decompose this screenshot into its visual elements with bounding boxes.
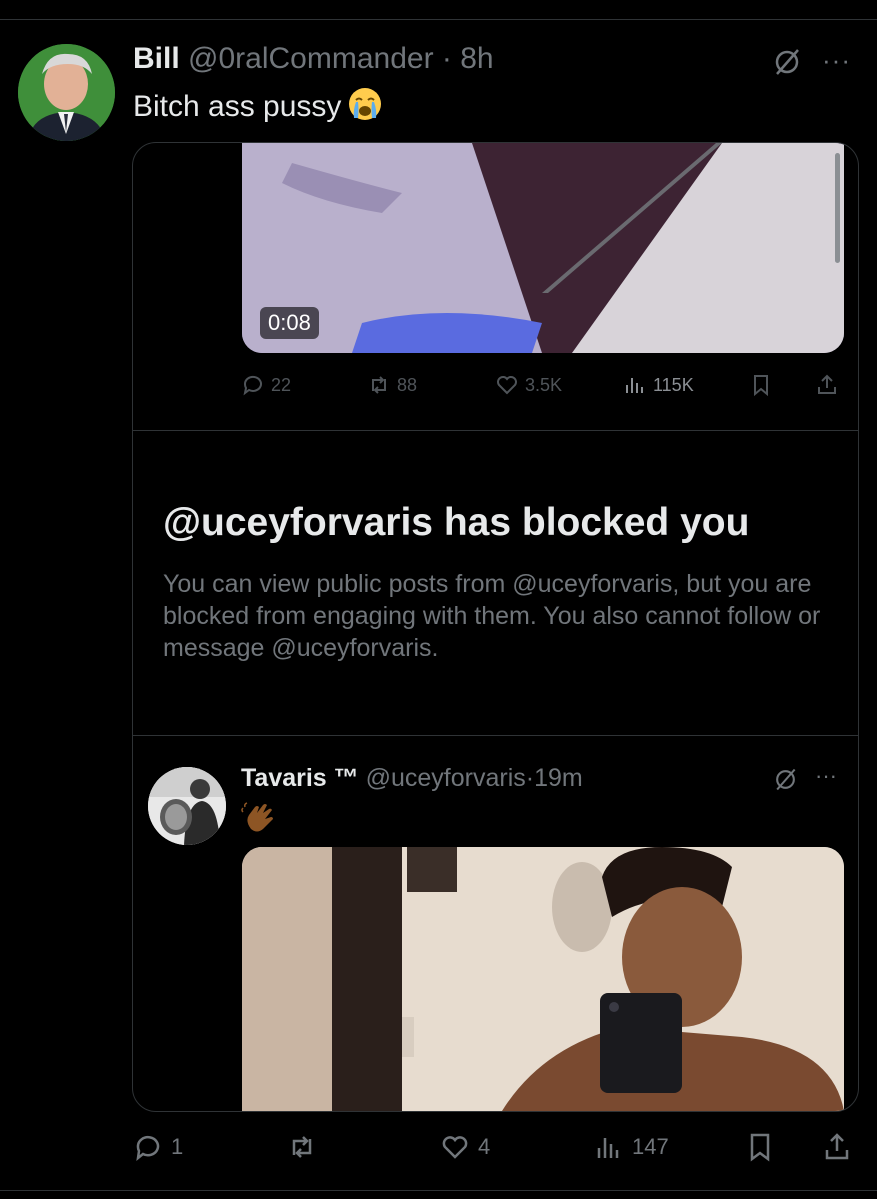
repost-icon (372, 376, 386, 394)
views-button[interactable]: 147 (594, 1130, 669, 1164)
inner-repost-count: 88 (397, 374, 418, 395)
grok-icon[interactable] (773, 767, 798, 792)
tweet-body: Bitch ass pussy (133, 90, 342, 123)
share-button[interactable] (822, 1130, 852, 1164)
quoted-avatar[interactable] (148, 767, 226, 845)
inner-views-count: 115K (653, 374, 694, 395)
inner-reply-button[interactable]: 22 (241, 370, 291, 400)
bookmark-icon (754, 375, 768, 397)
card-divider (133, 430, 858, 431)
tweet-header: Bill @0ralCommander · 8h (133, 42, 494, 76)
quoted-author-name[interactable]: Tavaris ™ (241, 764, 359, 792)
waving-hand-icon (241, 799, 277, 835)
bookmark-icon (750, 1133, 770, 1162)
like-button[interactable]: 4 (440, 1130, 490, 1164)
blocked-description: You can view public posts from @uceyforv… (163, 570, 821, 662)
top-divider (0, 19, 877, 20)
views-count: 147 (632, 1134, 669, 1159)
inner-bookmark-button[interactable] (749, 370, 773, 400)
quoted-timestamp[interactable]: 19m (534, 764, 583, 792)
video-duration: 0:08 (260, 307, 319, 339)
loudly-crying-face-icon (347, 86, 383, 122)
bottom-divider (0, 1190, 877, 1191)
more-options-icon[interactable]: ··· (815, 763, 837, 789)
grok-icon[interactable] (772, 47, 802, 77)
reply-icon (136, 1135, 160, 1161)
reply-icon (243, 375, 262, 396)
scrollbar[interactable] (835, 153, 840, 263)
inner-views-button[interactable]: 115K (623, 370, 694, 400)
share-icon (825, 1133, 849, 1160)
views-icon (626, 378, 643, 393)
quoted-tweet-header: Tavaris ™ @uceyforvaris·19m (241, 764, 583, 793)
tweet-text: Bitch ass pussy (133, 86, 383, 124)
heart-icon (442, 1136, 468, 1159)
quote-card[interactable]: 0:08 22 88 3.5K 115K @uceyforvaris has b… (132, 142, 859, 1112)
reply-count: 1 (171, 1134, 184, 1159)
quoted-video-thumbnail[interactable] (242, 847, 844, 1111)
blocked-title: @uceyforvaris has blocked you (163, 501, 750, 544)
quoted-author-handle[interactable]: @uceyforvaris (366, 764, 526, 792)
bookmark-button[interactable] (745, 1130, 775, 1164)
reply-button[interactable]: 1 (133, 1130, 183, 1164)
inner-share-button[interactable] (815, 370, 839, 400)
avatar[interactable] (18, 44, 115, 141)
like-count: 4 (478, 1134, 491, 1159)
inner-reply-count: 22 (271, 374, 292, 395)
separator-dot: · (441, 42, 452, 75)
card-divider (133, 735, 858, 736)
inner-like-button[interactable]: 3.5K (495, 370, 562, 400)
separator-dot: · (525, 764, 535, 792)
timestamp[interactable]: 8h (460, 42, 493, 75)
inner-like-count: 3.5K (525, 374, 563, 395)
repost-button[interactable] (287, 1130, 325, 1164)
video-thumbnail[interactable]: 0:08 (242, 143, 844, 353)
more-options-icon[interactable]: ··· (822, 45, 851, 76)
share-icon (818, 374, 836, 394)
repost-icon (292, 1136, 312, 1158)
views-icon (597, 1138, 619, 1158)
heart-icon (497, 376, 517, 395)
author-name[interactable]: Bill (133, 42, 180, 75)
author-handle[interactable]: @0ralCommander (188, 42, 434, 75)
inner-repost-button[interactable]: 88 (367, 370, 417, 400)
